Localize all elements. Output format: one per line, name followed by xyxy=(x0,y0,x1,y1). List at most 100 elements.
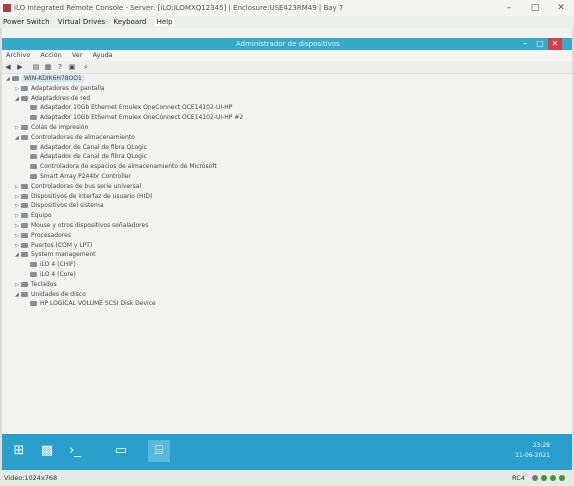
tree-item[interactable]: Controladora de espacios de almacenamien… xyxy=(24,162,217,171)
tree-item-label: Unidades de disco xyxy=(31,290,86,298)
device-icon xyxy=(30,154,37,160)
menu-virtual-drives[interactable]: Virtual Drives xyxy=(58,18,105,26)
tree-item[interactable]: ▷ Dispositivos de interfaz de usuario (HI… xyxy=(15,192,152,201)
tree-item-label: Dispositivos del sistema xyxy=(31,202,104,210)
device-manager-toolbar: ◀ ▶ ▤ ▦ ? ▣ ⌕ xyxy=(2,61,572,74)
device-manager-title: Administrador de dispositivos xyxy=(236,40,340,48)
ilo-title-bar: iLO Integrated Remote Console - Server: … xyxy=(0,0,574,16)
tree-item[interactable]: ◢ Controladoras de almacenamiento xyxy=(15,133,135,142)
view-icon[interactable]: ▣ xyxy=(68,63,76,71)
tree-item-label: Controladora de espacios de almacenamien… xyxy=(40,163,217,171)
tree-item-label: Adaptador de Canal de fibra QLogic xyxy=(40,153,147,161)
clock-time: 23:28 xyxy=(532,442,550,449)
device-tree: ◢ WIN-KDIK6H78OO1 ▷ Adaptadores de pantalla… xyxy=(2,74,572,434)
remote-screen[interactable]: Administrador de dispositivos – □ ✕ Arch… xyxy=(2,28,572,470)
tree-item-label: Procesadores xyxy=(31,231,71,239)
tree-item[interactable]: ▷ Dispositivos del sistema xyxy=(15,201,104,210)
tree-item[interactable]: Adaptador 10Gb Ethernet Emulex OneConnec… xyxy=(24,113,243,122)
clock-date: 11-06-2021 xyxy=(515,452,550,459)
start-icon[interactable]: ⊞ xyxy=(8,440,30,462)
tree-item[interactable]: ▷ Puertos (COM y LPT) xyxy=(15,241,92,250)
video-resolution: Video:1024x768 xyxy=(4,474,58,482)
tree-item[interactable]: ▷ Mouse y otros dispositivos señaladores xyxy=(15,221,148,230)
tree-item[interactable]: ▷ Procesadores xyxy=(15,231,71,240)
tree-item[interactable]: ▷ Colas de impresión xyxy=(15,123,88,132)
device-icon xyxy=(21,252,28,258)
tree-item-label: iLO 4 (CHIF) xyxy=(40,261,76,269)
tree-item-label: Controladoras de almacenamiento xyxy=(31,133,135,141)
device-icon xyxy=(21,281,28,287)
tree-item-label: Adaptador 10Gb Ethernet Emulex OneConnec… xyxy=(40,114,244,122)
tree-item-label: WIN-KDIK6H78OO1 xyxy=(22,75,84,82)
device-icon xyxy=(21,95,28,101)
tree-item-label: Adaptadores de red xyxy=(31,94,91,102)
menu-ver[interactable]: Ver xyxy=(72,51,83,59)
device-icon xyxy=(30,144,37,150)
device-icon xyxy=(21,85,28,91)
server-manager-icon[interactable]: ▩ xyxy=(36,440,58,462)
menu-ayuda[interactable]: Ayuda xyxy=(93,51,113,59)
back-arrow-icon[interactable]: ◀ xyxy=(4,63,12,71)
tree-item[interactable]: iLO 4 (CHIF) xyxy=(24,260,76,269)
tree-item[interactable]: ◢ System management xyxy=(15,250,95,259)
device-manager-menu: Archivo Acción Ver Ayuda xyxy=(2,50,572,61)
file-explorer-icon[interactable]: ▭ xyxy=(110,440,132,462)
dm-close-button[interactable]: ✕ xyxy=(548,38,562,50)
device-icon xyxy=(30,272,37,277)
dm-maximize-button[interactable]: □ xyxy=(533,38,547,50)
help-icon[interactable]: ? xyxy=(56,63,64,71)
device-icon xyxy=(30,174,37,179)
tree-item[interactable]: ◢ Unidades de disco xyxy=(15,290,86,299)
menu-archivo[interactable]: Archivo xyxy=(6,51,30,59)
tree-item[interactable]: HP LOGICAL VOLUME SCSI Disk Device xyxy=(24,299,156,308)
forward-arrow-icon[interactable]: ▶ xyxy=(16,63,24,71)
scan-hardware-icon[interactable]: ⌕ xyxy=(82,63,90,71)
tree-item[interactable]: Adaptador de Canal de fibra QLogic xyxy=(24,152,147,161)
tree-item-label: Mouse y otros dispositivos señaladores xyxy=(31,222,149,229)
tree-item-label: HP LOGICAL VOLUME SCSI Disk Device xyxy=(40,300,156,308)
tree-item[interactable]: Adaptador de Canal de fibra QLogic xyxy=(24,143,147,152)
tree-item[interactable]: ▷ Equipo xyxy=(15,211,52,220)
windows-taskbar: ⊞ ▩ ›_ ▭ ⌸ 23:28 11-06-2021 xyxy=(2,434,572,470)
device-manager-taskbar-icon[interactable]: ⌸ xyxy=(148,440,170,462)
tree-item-label: Puertos (COM y LPT) xyxy=(31,241,93,249)
menu-accion[interactable]: Acción xyxy=(40,51,61,59)
console-tree-icon[interactable]: ▤ xyxy=(32,63,40,71)
device-icon xyxy=(12,76,19,81)
powershell-icon[interactable]: ›_ xyxy=(64,440,86,462)
tree-item[interactable]: ▷ Adaptadores de pantalla xyxy=(15,84,105,93)
properties-icon[interactable]: ▦ xyxy=(44,63,52,71)
ilo-status-bar: Video:1024x768 RC4 xyxy=(0,470,574,486)
device-icon xyxy=(21,134,28,140)
tree-item[interactable]: ◢ WIN-KDIK6H78OO1 xyxy=(6,74,84,83)
device-icon xyxy=(30,105,37,111)
tree-item[interactable]: ▷ Controladoras de bus serie universal xyxy=(15,182,141,191)
tree-item[interactable]: ▷ Teclados xyxy=(15,280,57,289)
device-icon xyxy=(30,262,37,268)
tree-item-label: Teclados xyxy=(31,280,57,288)
menu-power-switch[interactable]: Power Switch xyxy=(3,18,50,26)
status-indicator-icon xyxy=(541,475,547,481)
tree-item[interactable]: Adaptador 10Gb Ethernet Emulex OneConnec… xyxy=(24,103,232,112)
rc4-indicator: RC4 xyxy=(512,474,525,482)
menu-keyboard[interactable]: Keyboard xyxy=(113,18,146,26)
device-icon xyxy=(21,291,28,297)
tree-item[interactable]: iLO 4 (Core) xyxy=(24,270,76,279)
tree-item[interactable]: Smart Array P244br Controller xyxy=(24,172,131,181)
tree-item-label: Adaptador de Canal de fibra QLogic xyxy=(40,143,147,151)
tree-item[interactable]: ◢ Adaptadores de red xyxy=(15,94,90,103)
device-icon xyxy=(21,203,28,209)
device-icon xyxy=(30,115,37,121)
status-indicator-icon xyxy=(550,475,556,481)
tree-item-label: Equipo xyxy=(31,212,52,220)
minimize-button[interactable]: – xyxy=(496,0,522,16)
taskbar-clock[interactable]: 23:28 11-06-2021 xyxy=(515,441,550,461)
ilo-app-icon xyxy=(3,4,11,12)
menu-help[interactable]: Help xyxy=(154,18,175,26)
maximize-button[interactable]: □ xyxy=(522,0,548,16)
dm-minimize-button[interactable]: – xyxy=(518,38,532,50)
tree-item-label: System management xyxy=(31,251,96,259)
device-icon xyxy=(30,301,37,307)
close-button[interactable]: ✕ xyxy=(548,0,574,16)
device-icon xyxy=(21,223,28,228)
